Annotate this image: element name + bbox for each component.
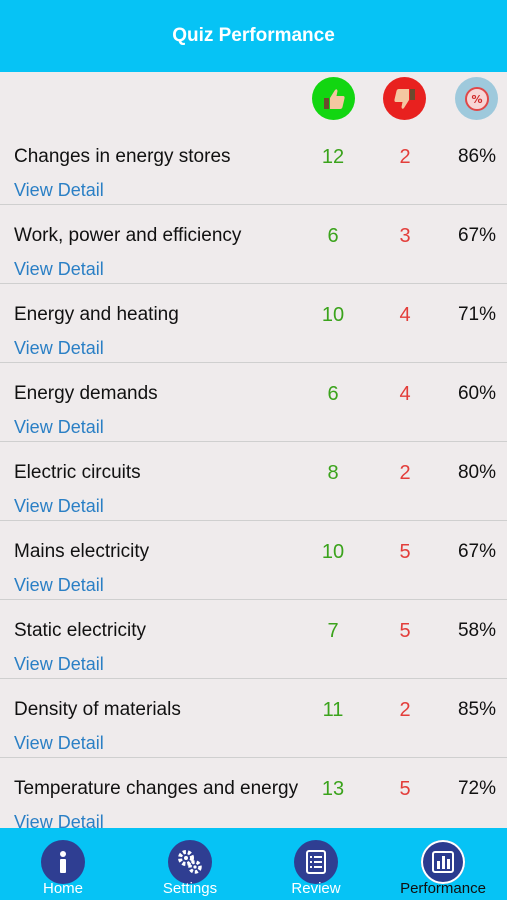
list-icon xyxy=(294,840,338,884)
score-percent: 72% xyxy=(457,778,496,799)
header-bar: Quiz Performance xyxy=(0,0,507,72)
topic-name: Mains electricity xyxy=(14,541,150,562)
wrong-count: 3 xyxy=(399,225,411,247)
correct-count: 7 xyxy=(327,620,339,642)
correct-count: 12 xyxy=(321,146,345,168)
column-icons: % xyxy=(0,72,507,126)
wrong-count: 5 xyxy=(399,778,411,800)
view-detail-link[interactable]: View Detail xyxy=(14,733,104,754)
score-percent: 71% xyxy=(457,304,496,325)
topic-name: Energy and heating xyxy=(14,304,179,325)
view-detail-link[interactable]: View Detail xyxy=(14,259,104,280)
view-detail-link[interactable]: View Detail xyxy=(14,654,104,675)
correct-count: 10 xyxy=(321,541,345,563)
view-detail-link[interactable]: View Detail xyxy=(14,180,104,201)
score-percent: 60% xyxy=(457,383,496,404)
tab-label: Home xyxy=(42,880,83,897)
topic-name: Changes in energy stores xyxy=(14,146,231,167)
correct-count: 13 xyxy=(321,778,345,800)
gears-icon xyxy=(168,840,212,884)
topic-name: Electric circuits xyxy=(14,462,141,483)
list-item: Mains electricity 10 5 67% View Detail xyxy=(0,521,507,600)
thumbs-up-icon xyxy=(312,77,355,120)
list-item: Temperature changes and energy 13 5 72% … xyxy=(0,758,507,828)
score-percent: 67% xyxy=(457,541,496,562)
list-item: Energy demands 6 4 60% View Detail xyxy=(0,363,507,442)
correct-count: 11 xyxy=(322,699,344,721)
bar-chart-icon xyxy=(421,840,465,884)
wrong-count: 2 xyxy=(399,699,411,721)
wrong-count: 5 xyxy=(399,620,411,642)
score-percent: 58% xyxy=(457,620,496,641)
wrong-count: 4 xyxy=(399,304,411,326)
page-title: Quiz Performance xyxy=(172,25,335,46)
wrong-count: 5 xyxy=(399,541,411,563)
topic-name: Energy demands xyxy=(14,383,158,404)
tab-review[interactable]: Review xyxy=(253,828,379,900)
view-detail-link[interactable]: View Detail xyxy=(14,496,104,517)
correct-count: 10 xyxy=(321,304,345,326)
topic-name: Density of materials xyxy=(14,699,181,720)
list-item: Density of materials 11 2 85% View Detai… xyxy=(0,679,507,758)
percent-badge-icon: % xyxy=(455,77,498,120)
tab-performance[interactable]: Performance xyxy=(380,828,506,900)
performance-list: Changes in energy stores 12 2 86% View D… xyxy=(0,126,507,828)
correct-count: 6 xyxy=(327,383,339,405)
score-percent: 67% xyxy=(457,225,496,246)
list-item: Electric circuits 8 2 80% View Detail xyxy=(0,442,507,521)
view-detail-link[interactable]: View Detail xyxy=(14,417,104,438)
list-item: Energy and heating 10 4 71% View Detail xyxy=(0,284,507,363)
wrong-count: 4 xyxy=(399,383,411,405)
list-item: Static electricity 7 5 58% View Detail xyxy=(0,600,507,679)
wrong-count: 2 xyxy=(399,146,411,168)
topic-name: Static electricity xyxy=(14,620,146,641)
score-percent: 80% xyxy=(457,462,496,483)
tab-label: Performance xyxy=(400,880,486,897)
view-detail-link[interactable]: View Detail xyxy=(14,338,104,359)
tab-home[interactable]: Home xyxy=(0,828,126,900)
list-item: Changes in energy stores 12 2 86% View D… xyxy=(0,126,507,205)
tab-label: Review xyxy=(291,880,341,897)
tab-bar: Home Settings Review Performance xyxy=(0,828,507,900)
topic-name: Work, power and efficiency xyxy=(14,225,242,246)
view-detail-link[interactable]: View Detail xyxy=(14,575,104,596)
thumbs-down-icon xyxy=(383,77,426,120)
correct-count: 6 xyxy=(327,225,339,247)
tab-label: Settings xyxy=(162,880,218,897)
info-icon xyxy=(41,840,85,884)
tab-settings[interactable]: Settings xyxy=(127,828,253,900)
score-percent: 86% xyxy=(457,146,496,167)
list-item: Work, power and efficiency 6 3 67% View … xyxy=(0,205,507,284)
wrong-count: 2 xyxy=(399,462,411,484)
topic-name: Temperature changes and energy xyxy=(14,778,299,799)
svg-text:%: % xyxy=(471,93,482,106)
score-percent: 85% xyxy=(457,699,496,720)
view-detail-link[interactable]: View Detail xyxy=(14,812,104,828)
correct-count: 8 xyxy=(327,462,339,484)
